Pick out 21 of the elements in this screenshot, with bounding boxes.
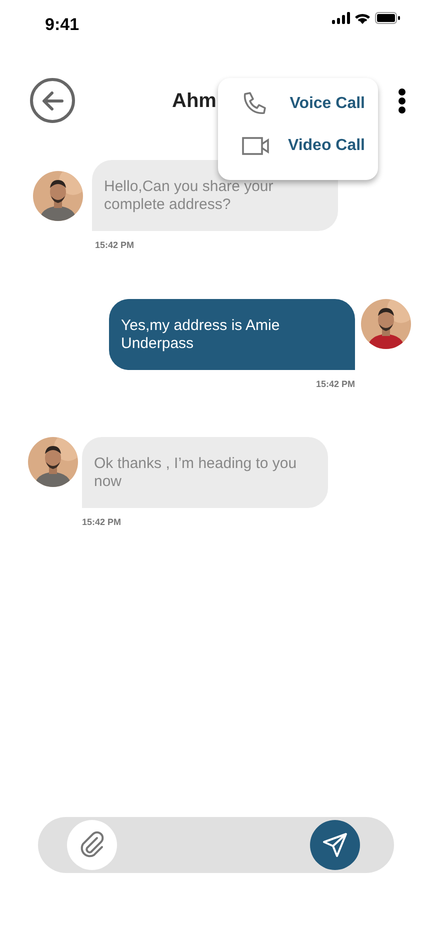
signal-icon (332, 12, 350, 24)
menu-item[interactable]: Video Call (242, 132, 365, 160)
send-button[interactable] (310, 820, 360, 870)
contact-name: Ahm (172, 88, 216, 114)
status-time: 9:41 (45, 14, 80, 36)
message-bubble: Yes,my address is Amie Underpass (109, 298, 355, 370)
phone-icon (242, 91, 268, 117)
message-time: 15:42 PM (316, 378, 355, 388)
message-time: 15:42 PM (95, 240, 134, 250)
send-icon (321, 831, 349, 859)
back-button[interactable] (30, 78, 75, 123)
menu-item[interactable]: Voice Call (242, 90, 365, 118)
video-camera-icon (242, 137, 270, 155)
message-bubble: Ok thanks , I’m heading to you now (82, 437, 328, 508)
more-icon (398, 88, 406, 114)
back-arrow-icon (42, 90, 64, 110)
battery-icon (375, 12, 400, 24)
wifi-icon (354, 12, 371, 24)
message-time: 15:42 PM (82, 517, 122, 527)
more-button[interactable] (398, 88, 406, 114)
attach-button[interactable] (67, 820, 117, 870)
